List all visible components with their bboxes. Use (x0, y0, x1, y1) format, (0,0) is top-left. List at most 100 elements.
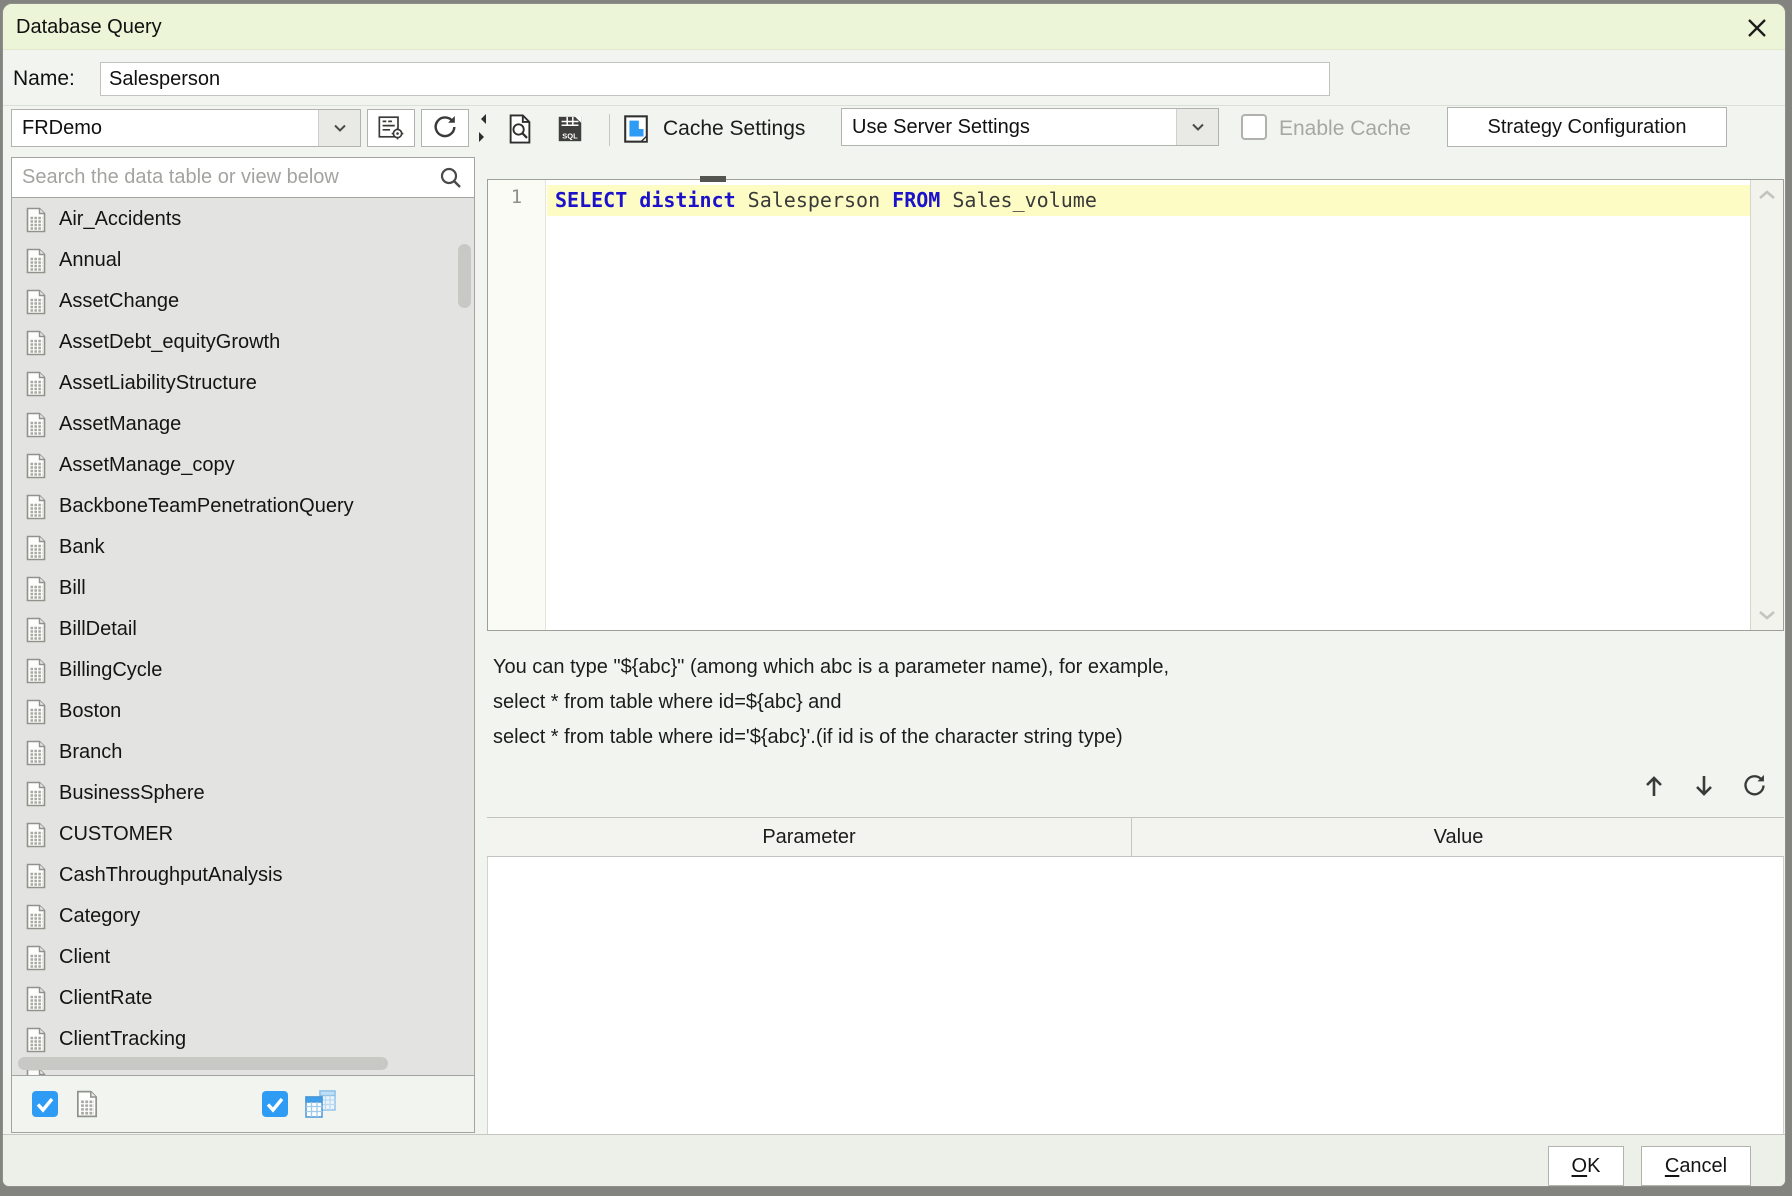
table-list-item[interactable]: Air_Accidents (12, 199, 474, 240)
table-list-item[interactable]: ClientRate (12, 978, 474, 1019)
table-name: Bill (59, 577, 86, 600)
arrow-down-icon (1691, 773, 1717, 802)
table-list-item[interactable]: AssetManage_copy (12, 445, 474, 486)
table-list-item[interactable]: Client (12, 937, 474, 978)
toolbar-separator (609, 114, 610, 146)
table-name: AssetManage (59, 413, 181, 436)
search-icon (438, 165, 464, 196)
table-icon (24, 904, 48, 930)
table-list: Air_Accidents Annual AssetChange AssetDe… (12, 199, 474, 1077)
view-type-icon (304, 1090, 338, 1123)
cache-mode-select[interactable]: Use Server Settings (841, 108, 1219, 146)
table-name: BillingCycle (59, 659, 162, 682)
sql-editor: 1 SELECT distinct Salesperson FROM Sales… (487, 179, 1784, 631)
show-tables-checkbox[interactable] (32, 1091, 58, 1117)
sql-icon: SQL (555, 112, 585, 149)
line-number: 1 (488, 186, 545, 208)
ok-button[interactable]: OK (1548, 1146, 1624, 1186)
sql-file-button[interactable]: SQL (551, 111, 589, 149)
table-icon (24, 371, 48, 397)
table-icon (24, 699, 48, 725)
table-list-item[interactable]: AssetChange (12, 281, 474, 322)
table-list-item[interactable]: AssetManage (12, 404, 474, 445)
query-name-input[interactable] (100, 62, 1330, 96)
table-list-item[interactable]: AssetDebt_equityGrowth (12, 322, 474, 363)
help-line-2: select * from table where id=${abc} and (493, 685, 842, 719)
search-input[interactable] (12, 158, 474, 197)
cache-settings-label: Cache Settings (663, 107, 805, 151)
arrow-up-icon (1641, 773, 1667, 802)
help-line-3: select * from table where id='${abc}'.(i… (493, 720, 1123, 754)
table-name: CashThroughputAnalysis (59, 864, 282, 887)
table-name: Air_Accidents (59, 208, 181, 231)
cache-mode-value: Use Server Settings (852, 109, 1030, 145)
table-icon (24, 986, 48, 1012)
list-horizontal-scrollbar[interactable] (18, 1057, 388, 1070)
chevron-down-icon[interactable] (1176, 109, 1218, 145)
table-list-item[interactable]: AssetLiabilityStructure (12, 363, 474, 404)
enable-cache-checkbox[interactable] (1241, 114, 1267, 140)
scroll-down-icon[interactable] (1757, 604, 1777, 622)
table-name: AssetLiabilityStructure (59, 372, 257, 395)
table-icon (24, 289, 48, 315)
table-list-item[interactable]: Annual (12, 240, 474, 281)
preview-query-button[interactable] (501, 111, 539, 149)
table-icon (24, 617, 48, 643)
move-parameter-up-button[interactable] (1635, 768, 1673, 806)
table-name: BackboneTeamPenetrationQuery (59, 495, 354, 518)
titlebar: Database Query (3, 4, 1785, 50)
line-number-gutter: 1 (488, 180, 546, 630)
table-list-item[interactable]: Boston (12, 691, 474, 732)
refresh-parameters-button[interactable] (1735, 768, 1773, 806)
table-type-icon (74, 1090, 100, 1123)
table-list-item[interactable]: BillingCycle (12, 650, 474, 691)
show-views-checkbox[interactable] (262, 1091, 288, 1117)
move-parameter-down-button[interactable] (1685, 768, 1723, 806)
table-name: CUSTOMER (59, 823, 173, 846)
table-list-item[interactable]: Bill (12, 568, 474, 609)
table-name: Boston (59, 700, 121, 723)
table-icon (24, 781, 48, 807)
sql-line-1[interactable]: SELECT distinct Salesperson FROM Sales_v… (547, 185, 1750, 216)
name-row: Name: (3, 51, 1785, 106)
table-list-item[interactable]: Bank (12, 527, 474, 568)
list-filter-row (12, 1075, 474, 1132)
table-list-item[interactable]: Branch (12, 732, 474, 773)
chevron-down-icon[interactable] (318, 110, 360, 146)
table-name: AssetChange (59, 290, 179, 313)
table-list-item[interactable]: CashThroughputAnalysis (12, 855, 474, 896)
strategy-configuration-button[interactable]: Strategy Configuration (1447, 107, 1727, 147)
table-name: BusinessSphere (59, 782, 205, 805)
connection-config-button[interactable] (367, 109, 415, 147)
parameter-table-header: Parameter Value (487, 817, 1784, 857)
scroll-up-icon[interactable] (1757, 188, 1777, 206)
table-list-item[interactable]: BackboneTeamPenetrationQuery (12, 486, 474, 527)
svg-text:SQL: SQL (562, 131, 578, 140)
list-vertical-scrollbar[interactable] (458, 244, 471, 308)
refresh-connection-button[interactable] (421, 109, 469, 147)
table-list-item[interactable]: CUSTOMER (12, 814, 474, 855)
connection-select-value: FRDemo (22, 110, 102, 146)
parameter-table-body[interactable] (487, 857, 1784, 1134)
table-icon (24, 248, 48, 274)
sql-code-area[interactable]: SELECT distinct Salesperson FROM Sales_v… (547, 180, 1750, 630)
connection-select[interactable]: FRDemo (11, 109, 361, 147)
cache-save-button[interactable] (617, 111, 655, 149)
table-name: Annual (59, 249, 121, 272)
refresh-icon (431, 113, 459, 144)
table-list-item[interactable]: ClientTracking (12, 1019, 474, 1060)
table-icon (24, 494, 48, 520)
footer: OK Cancel (3, 1134, 1785, 1187)
collapse-left-icon[interactable] (476, 114, 486, 124)
enable-cache-label: Enable Cache (1279, 107, 1411, 151)
collapse-right-icon[interactable] (479, 132, 489, 142)
table-name: AssetDebt_equityGrowth (59, 331, 280, 354)
panel-splitter[interactable] (476, 112, 486, 148)
table-name: ClientRate (59, 987, 152, 1010)
table-list-item[interactable]: BillDetail (12, 609, 474, 650)
table-list-item[interactable]: BusinessSphere (12, 773, 474, 814)
table-list-item[interactable]: Category (12, 896, 474, 937)
editor-vertical-scrollbar[interactable] (1750, 180, 1783, 630)
close-icon[interactable] (1743, 14, 1771, 42)
cancel-button[interactable]: Cancel (1641, 1146, 1751, 1186)
